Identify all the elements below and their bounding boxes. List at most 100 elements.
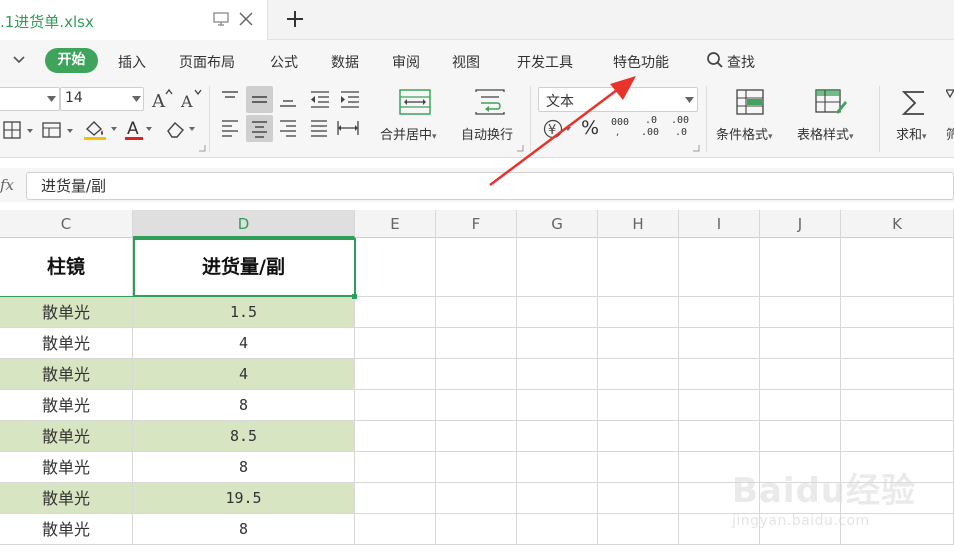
empty-cell[interactable]	[841, 238, 954, 297]
decrease-indent-icon[interactable]	[308, 88, 332, 110]
expand-dialog-icon[interactable]	[198, 144, 206, 152]
empty-cell[interactable]	[517, 238, 598, 297]
increase-font-icon[interactable]: A	[151, 88, 173, 110]
empty-cell[interactable]	[355, 452, 436, 483]
empty-cell[interactable]	[598, 390, 679, 421]
empty-cell[interactable]	[598, 452, 679, 483]
empty-cell[interactable]	[355, 421, 436, 452]
empty-cell[interactable]	[841, 297, 954, 328]
empty-cell[interactable]	[355, 328, 436, 359]
empty-cell[interactable]	[436, 297, 517, 328]
empty-cell[interactable]	[517, 390, 598, 421]
cell-d[interactable]: 8	[133, 514, 355, 545]
empty-cell[interactable]	[760, 421, 841, 452]
font-size-select[interactable]: 14	[60, 87, 144, 111]
empty-cell[interactable]	[436, 421, 517, 452]
empty-cell[interactable]	[355, 514, 436, 545]
empty-cell[interactable]	[598, 514, 679, 545]
align-bottom-icon[interactable]	[277, 88, 299, 110]
column-header-e[interactable]: E	[355, 210, 436, 238]
align-right-icon[interactable]	[277, 117, 299, 139]
column-header-f[interactable]: F	[436, 210, 517, 238]
empty-cell[interactable]	[517, 328, 598, 359]
borders-icon[interactable]	[3, 120, 37, 140]
tab-view[interactable]: 视图	[452, 52, 480, 72]
empty-cell[interactable]	[517, 452, 598, 483]
plus-icon[interactable]	[284, 8, 306, 30]
empty-cell[interactable]	[517, 297, 598, 328]
cell-c[interactable]: 散单光	[0, 483, 133, 514]
eraser-icon[interactable]	[164, 118, 198, 140]
fx-label[interactable]: fx	[0, 176, 14, 194]
empty-cell[interactable]	[436, 390, 517, 421]
empty-cell[interactable]	[679, 359, 760, 390]
empty-cell[interactable]	[355, 390, 436, 421]
empty-cell[interactable]	[436, 514, 517, 545]
tab-data[interactable]: 数据	[331, 52, 359, 72]
align-left-icon[interactable]	[219, 117, 241, 139]
empty-cell[interactable]	[436, 328, 517, 359]
table-style-label[interactable]: 表格样式▾	[797, 124, 854, 143]
table-style-icon[interactable]	[814, 88, 848, 116]
empty-cell[interactable]	[841, 359, 954, 390]
tab-formulas[interactable]: 公式	[270, 52, 298, 72]
empty-cell[interactable]	[841, 421, 954, 452]
find-label[interactable]: 查找	[727, 52, 755, 72]
empty-cell[interactable]	[355, 297, 436, 328]
column-header-c[interactable]: C	[0, 210, 133, 238]
empty-cell[interactable]	[436, 359, 517, 390]
empty-cell[interactable]	[436, 483, 517, 514]
cell-c[interactable]: 散单光	[0, 297, 133, 328]
empty-cell[interactable]	[679, 328, 760, 359]
font-name-select[interactable]	[0, 87, 60, 111]
tab-page-layout[interactable]: 页面布局	[179, 52, 235, 72]
column-header-i[interactable]: I	[679, 210, 760, 238]
empty-cell[interactable]	[598, 238, 679, 297]
empty-cell[interactable]	[517, 483, 598, 514]
align-top-icon[interactable]	[219, 88, 241, 110]
cell-c[interactable]: 散单光	[0, 452, 133, 483]
empty-cell[interactable]	[760, 297, 841, 328]
filter-label-clipped[interactable]: 筛	[946, 124, 954, 143]
merge-center-icon[interactable]	[398, 88, 432, 116]
tab-special-features[interactable]: 特色功能	[613, 52, 669, 72]
empty-cell[interactable]	[436, 238, 517, 297]
cell-d[interactable]: 8	[133, 452, 355, 483]
cell-d[interactable]: 8	[133, 390, 355, 421]
empty-cell[interactable]	[355, 483, 436, 514]
decrease-decimal-button[interactable]: .00 .0	[671, 115, 695, 143]
column-header-g[interactable]: G	[517, 210, 598, 238]
align-center-button[interactable]	[246, 115, 273, 142]
empty-cell[interactable]	[841, 390, 954, 421]
empty-cell[interactable]	[598, 483, 679, 514]
font-color-icon[interactable]: A	[124, 117, 156, 141]
sum-icon[interactable]	[900, 88, 928, 118]
cell-c[interactable]: 散单光	[0, 514, 133, 545]
empty-cell[interactable]	[436, 452, 517, 483]
cell-d[interactable]: 19.5	[133, 483, 355, 514]
search-icon[interactable]	[706, 51, 724, 69]
increase-indent-icon[interactable]	[338, 88, 362, 110]
empty-cell[interactable]	[841, 328, 954, 359]
fill-color-icon[interactable]	[82, 117, 122, 141]
close-icon[interactable]	[238, 11, 254, 27]
empty-cell[interactable]	[679, 238, 760, 297]
cell-style-icon[interactable]	[41, 120, 77, 140]
cell-d[interactable]: 8.5	[133, 421, 355, 452]
conditional-format-icon[interactable]	[735, 88, 765, 116]
empty-cell[interactable]	[760, 359, 841, 390]
empty-cell[interactable]	[598, 421, 679, 452]
cell-c[interactable]: 散单光	[0, 421, 133, 452]
empty-cell[interactable]	[679, 421, 760, 452]
merge-center-label[interactable]: 合并居中▾	[380, 124, 437, 143]
empty-cell[interactable]	[598, 359, 679, 390]
monitor-icon[interactable]	[213, 12, 229, 26]
empty-cell[interactable]	[760, 328, 841, 359]
filter-icon[interactable]	[946, 88, 954, 108]
chevron-down-icon[interactable]	[12, 54, 26, 66]
empty-cell[interactable]	[679, 297, 760, 328]
cell-c[interactable]: 散单光	[0, 359, 133, 390]
fill-handle[interactable]	[352, 294, 357, 299]
cell-c[interactable]: 散单光	[0, 328, 133, 359]
justify-icon[interactable]	[308, 117, 330, 139]
